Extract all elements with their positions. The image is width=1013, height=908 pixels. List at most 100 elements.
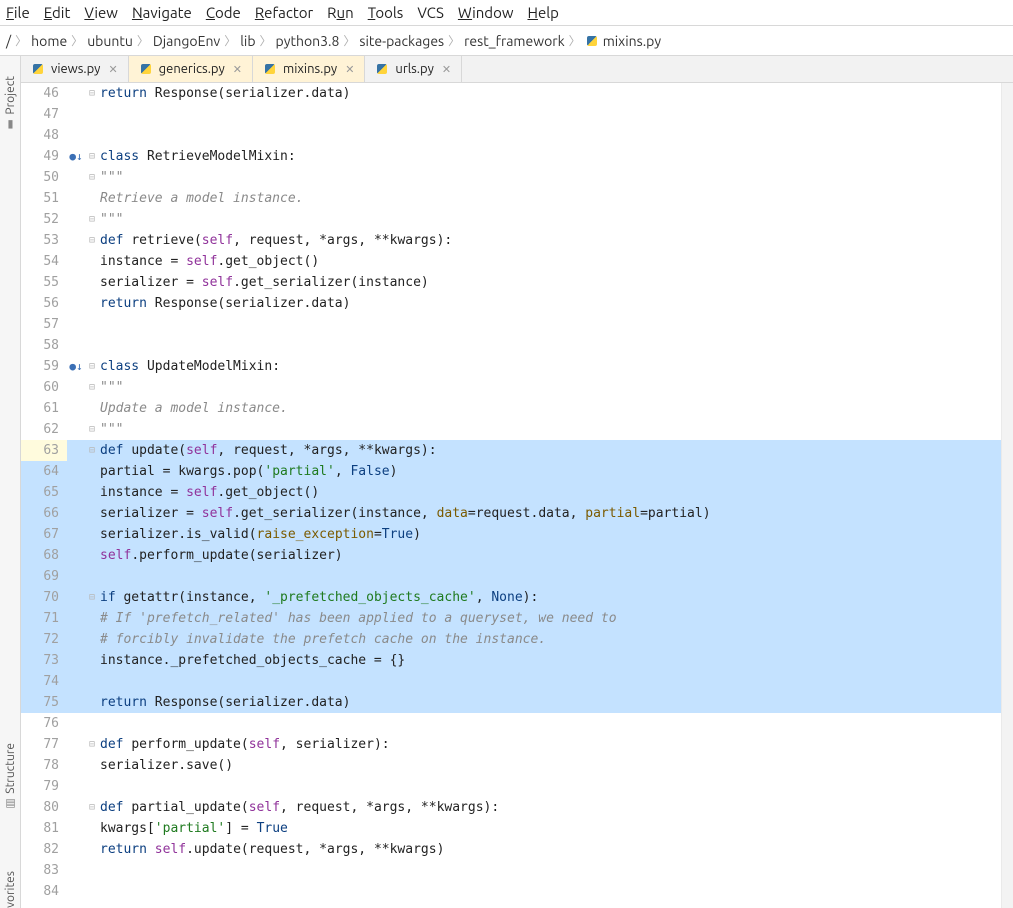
code-line[interactable]: 77⊟ def perform_update(self, serializer)… <box>21 734 1001 755</box>
fold-toggle[interactable]: ⊟ <box>85 167 99 188</box>
line-number[interactable]: 70 <box>21 587 67 608</box>
tab-mixins[interactable]: mixins.py ✕ <box>253 56 365 82</box>
code-line[interactable]: 63⊟ def update(self, request, *args, **k… <box>21 440 1001 461</box>
fold-toggle[interactable]: ⊟ <box>85 734 99 755</box>
gutter-marker[interactable]: ●↓ <box>67 146 85 167</box>
code-text[interactable] <box>99 860 1001 881</box>
menu-code[interactable]: Code <box>206 4 241 21</box>
code-text[interactable] <box>99 713 1001 734</box>
line-number[interactable]: 52 <box>21 209 67 230</box>
code-text[interactable]: return Response(serializer.data) <box>99 692 1001 713</box>
gutter-marker[interactable] <box>67 839 85 860</box>
tab-views[interactable]: views.py ✕ <box>21 56 129 82</box>
code-text[interactable]: def partial_update(self, request, *args,… <box>99 797 1001 818</box>
code-text[interactable]: instance = self.get_object() <box>99 251 1001 272</box>
code-text[interactable]: """ <box>99 419 1001 440</box>
menu-vcs[interactable]: VCS <box>417 4 444 21</box>
gutter-marker[interactable] <box>67 377 85 398</box>
code-line[interactable]: 83 <box>21 860 1001 881</box>
code-line[interactable]: 47 <box>21 104 1001 125</box>
gutter-marker[interactable] <box>67 587 85 608</box>
menu-run[interactable]: Run <box>327 4 354 21</box>
line-number[interactable]: 58 <box>21 335 67 356</box>
line-number[interactable]: 75 <box>21 692 67 713</box>
code-line[interactable]: 54 instance = self.get_object() <box>21 251 1001 272</box>
breadcrumb-file[interactable]: mixins.py <box>585 32 661 49</box>
line-number[interactable]: 83 <box>21 860 67 881</box>
gutter-marker[interactable] <box>67 251 85 272</box>
fold-toggle[interactable] <box>85 629 99 650</box>
code-text[interactable] <box>99 335 1001 356</box>
menu-file[interactable]: File <box>6 4 30 21</box>
code-line[interactable]: 46⊟ return Response(serializer.data) <box>21 83 1001 104</box>
close-icon[interactable]: ✕ <box>233 63 242 76</box>
gutter-marker[interactable] <box>67 776 85 797</box>
close-icon[interactable]: ✕ <box>442 63 451 76</box>
gutter-marker[interactable] <box>67 734 85 755</box>
line-number[interactable]: 56 <box>21 293 67 314</box>
gutter-marker[interactable] <box>67 209 85 230</box>
breadcrumb-item[interactable]: rest_framework <box>464 33 565 49</box>
code-line[interactable]: 81 kwargs['partial'] = True <box>21 818 1001 839</box>
fold-toggle[interactable] <box>85 566 99 587</box>
gutter-marker[interactable] <box>67 125 85 146</box>
gutter-marker[interactable] <box>67 524 85 545</box>
code-line[interactable]: 72 # forcibly invalidate the prefetch ca… <box>21 629 1001 650</box>
code-line[interactable]: 51 Retrieve a model instance. <box>21 188 1001 209</box>
fold-toggle[interactable] <box>85 545 99 566</box>
fold-toggle[interactable] <box>85 608 99 629</box>
gutter-marker[interactable] <box>67 440 85 461</box>
code-line[interactable]: 61 Update a model instance. <box>21 398 1001 419</box>
line-number[interactable]: 68 <box>21 545 67 566</box>
code-text[interactable]: partial = kwargs.pop('partial', False) <box>99 461 1001 482</box>
gutter-marker[interactable] <box>67 335 85 356</box>
code-text[interactable]: serializer.save() <box>99 755 1001 776</box>
fold-toggle[interactable] <box>85 524 99 545</box>
line-number[interactable]: 63 <box>21 440 67 461</box>
fold-toggle[interactable] <box>85 314 99 335</box>
code-line[interactable]: 60⊟ """ <box>21 377 1001 398</box>
code-text[interactable]: class UpdateModelMixin: <box>99 356 1001 377</box>
gutter-marker[interactable] <box>67 482 85 503</box>
fold-toggle[interactable] <box>85 251 99 272</box>
gutter-marker[interactable] <box>67 83 85 104</box>
breadcrumb-item[interactable]: ubuntu <box>87 33 133 49</box>
line-number[interactable]: 53 <box>21 230 67 251</box>
gutter-marker[interactable] <box>67 692 85 713</box>
code-line[interactable]: 66 serializer = self.get_serializer(inst… <box>21 503 1001 524</box>
code-text[interactable]: return self.update(request, *args, **kwa… <box>99 839 1001 860</box>
code-text[interactable]: Update a model instance. <box>99 398 1001 419</box>
tool-window-favorites[interactable]: vorites <box>4 871 17 908</box>
code-line[interactable]: 80⊟ def partial_update(self, request, *a… <box>21 797 1001 818</box>
line-number[interactable]: 78 <box>21 755 67 776</box>
code-text[interactable]: serializer = self.get_serializer(instanc… <box>99 272 1001 293</box>
gutter-marker[interactable] <box>67 293 85 314</box>
code-text[interactable] <box>99 671 1001 692</box>
code-line[interactable]: 73 instance._prefetched_objects_cache = … <box>21 650 1001 671</box>
gutter-marker[interactable] <box>67 545 85 566</box>
code-text[interactable]: serializer.is_valid(raise_exception=True… <box>99 524 1001 545</box>
gutter-marker[interactable] <box>67 797 85 818</box>
code-line[interactable]: 58 <box>21 335 1001 356</box>
gutter-marker[interactable] <box>67 419 85 440</box>
line-number[interactable]: 81 <box>21 818 67 839</box>
gutter-marker[interactable] <box>67 272 85 293</box>
fold-toggle[interactable]: ⊟ <box>85 146 99 167</box>
menu-window[interactable]: Window <box>458 4 514 21</box>
code-text[interactable]: """ <box>99 167 1001 188</box>
fold-toggle[interactable] <box>85 104 99 125</box>
line-number[interactable]: 84 <box>21 881 67 902</box>
fold-toggle[interactable] <box>85 713 99 734</box>
code-line[interactable]: 65 instance = self.get_object() <box>21 482 1001 503</box>
line-number[interactable]: 77 <box>21 734 67 755</box>
fold-toggle[interactable] <box>85 839 99 860</box>
line-number[interactable]: 51 <box>21 188 67 209</box>
code-line[interactable]: 67 serializer.is_valid(raise_exception=T… <box>21 524 1001 545</box>
code-line[interactable]: 53⊟ def retrieve(self, request, *args, *… <box>21 230 1001 251</box>
code-line[interactable]: 74 <box>21 671 1001 692</box>
fold-toggle[interactable] <box>85 671 99 692</box>
code-line[interactable]: 62⊟ """ <box>21 419 1001 440</box>
code-line[interactable]: 79 <box>21 776 1001 797</box>
gutter-marker[interactable] <box>67 461 85 482</box>
breadcrumb-item[interactable]: lib <box>240 33 255 49</box>
